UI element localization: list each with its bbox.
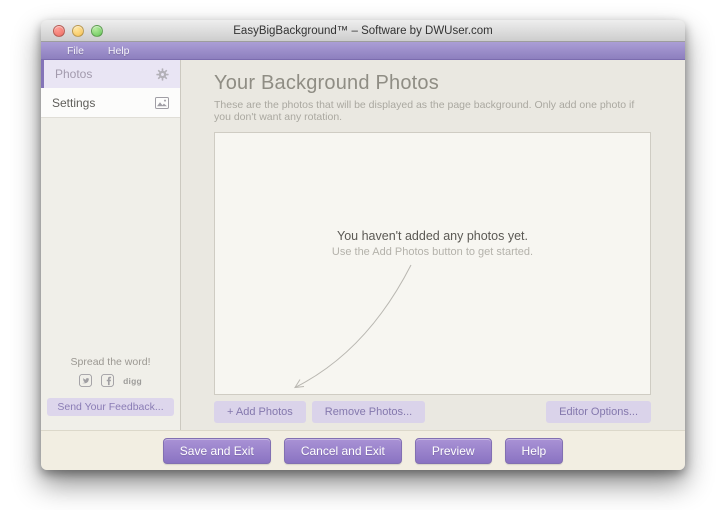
menu-bar: File Help — [41, 42, 685, 60]
sidebar-item-settings[interactable]: Settings — [41, 88, 180, 118]
traffic-lights — [53, 25, 103, 37]
editor-options-button[interactable]: Editor Options... — [546, 401, 651, 423]
send-feedback-button[interactable]: Send Your Feedback... — [47, 398, 173, 416]
add-photos-button[interactable]: + Add Photos — [214, 401, 306, 423]
menu-file[interactable]: File — [67, 45, 84, 57]
empty-state-title: You haven't added any photos yet. — [215, 229, 650, 243]
app-window: EasyBigBackground™ – Software by DWUser.… — [41, 20, 685, 470]
menu-help[interactable]: Help — [108, 45, 130, 57]
close-button[interactable] — [53, 25, 65, 37]
social-icons: digg — [41, 374, 180, 387]
sidebar-item-label: Settings — [52, 96, 95, 110]
twitter-icon[interactable] — [79, 374, 92, 387]
remove-photos-button[interactable]: Remove Photos... — [312, 401, 425, 423]
help-button[interactable]: Help — [505, 438, 564, 464]
title-bar: EasyBigBackground™ – Software by DWUser.… — [41, 20, 685, 42]
image-icon — [155, 97, 169, 109]
zoom-button[interactable] — [91, 25, 103, 37]
digg-icon[interactable]: digg — [123, 376, 142, 386]
sidebar-footer: Spread the word! digg — [41, 356, 180, 416]
window-title: EasyBigBackground™ – Software by DWUser.… — [41, 25, 685, 37]
empty-state: You haven't added any photos yet. Use th… — [215, 229, 650, 258]
spread-the-word-label: Spread the word! — [41, 356, 180, 368]
sidebar: Photos — [41, 60, 181, 430]
arrow-annotation — [215, 133, 652, 396]
page-subtitle: These are the photos that will be displa… — [214, 99, 652, 123]
page-title: Your Background Photos — [214, 72, 652, 95]
main-content: Your Background Photos These are the pho… — [181, 60, 685, 430]
save-and-exit-button[interactable]: Save and Exit — [163, 438, 271, 464]
sidebar-item-label: Photos — [55, 67, 92, 81]
footer-bar: Save and Exit Cancel and Exit Preview He… — [41, 430, 685, 470]
facebook-icon[interactable] — [101, 374, 114, 387]
sidebar-item-photos[interactable]: Photos — [41, 60, 180, 88]
photo-buttons-row: + Add Photos Remove Photos... Editor Opt… — [214, 401, 651, 423]
preview-button[interactable]: Preview — [415, 438, 492, 464]
photo-list-area: You haven't added any photos yet. Use th… — [214, 132, 651, 395]
minimize-button[interactable] — [72, 25, 84, 37]
empty-state-subtitle: Use the Add Photos button to get started… — [215, 246, 650, 258]
cancel-and-exit-button[interactable]: Cancel and Exit — [284, 438, 402, 464]
gear-icon — [156, 68, 169, 81]
